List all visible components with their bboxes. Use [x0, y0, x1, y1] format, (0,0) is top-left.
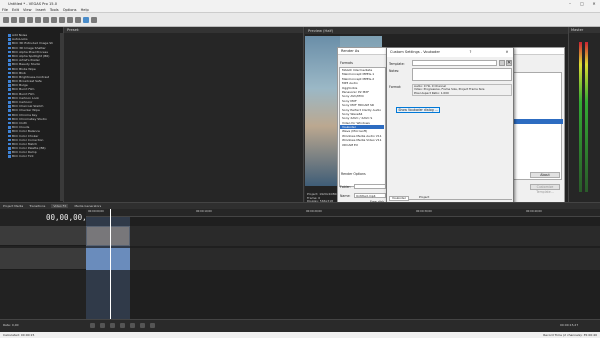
envelope-tool-icon[interactable]	[91, 16, 97, 23]
template-label: Template:	[389, 62, 405, 66]
undo-icon[interactable]	[67, 16, 73, 23]
main-toolbar	[0, 13, 600, 27]
menu-insert[interactable]: Insert	[36, 8, 46, 12]
window-title: Untitled * - VEGAS Pro 15.0	[8, 1, 57, 6]
format-label: Format:	[389, 85, 402, 89]
ruler-mark: 00:00:00;00	[88, 210, 104, 213]
render-icon[interactable]	[27, 16, 33, 23]
window-controls: – □ ✕	[564, 1, 600, 6]
timeline-ruler[interactable]: 00:00:00;00 00:00:10;00 00:00:20;00 00:0…	[86, 209, 600, 217]
tab-project-media[interactable]: Project Media	[3, 204, 23, 208]
copy-icon[interactable]	[51, 16, 57, 23]
menu-tools[interactable]: Tools	[50, 8, 59, 12]
go-start-icon[interactable]	[140, 323, 145, 328]
fx-tree: Add Noise AutoLooks BCC 3D Extruded Imag…	[0, 27, 64, 159]
audio-track-row[interactable]	[86, 248, 600, 270]
tab-strip: Voukoder Project	[389, 196, 512, 201]
menu-view[interactable]: View	[23, 8, 32, 12]
video-track-header[interactable]	[0, 226, 86, 246]
close-button[interactable]: ✕	[588, 1, 600, 6]
master-meter-right	[585, 42, 588, 192]
maximize-button[interactable]: □	[576, 1, 588, 6]
customize-template-button[interactable]: Customize Template...	[530, 184, 560, 194]
menu-edit[interactable]: Edit	[12, 8, 19, 12]
tab-voukoder[interactable]: Voukoder	[389, 196, 410, 201]
open-icon[interactable]	[11, 16, 17, 23]
fx-preset-panel: Preset:	[64, 27, 304, 202]
pause-icon[interactable]	[120, 323, 125, 328]
stop-icon[interactable]	[130, 323, 135, 328]
folder-label: Folder:	[340, 185, 351, 189]
minimize-button[interactable]: –	[564, 1, 576, 6]
preview-quality-dropdown[interactable]: Preview (Half)	[308, 29, 333, 33]
new-icon[interactable]	[3, 16, 9, 23]
templates-list[interactable]	[508, 72, 563, 180]
formats-list: MAGIX Intermediate MainConcept MPEG-1 Ma…	[339, 67, 386, 187]
preset-header: Preset:	[64, 27, 303, 33]
mixer-title: Master	[569, 27, 600, 33]
show-voukoder-dialog-button[interactable]: Show Voukoder dialog ...	[396, 107, 440, 113]
preview-toolbar: Preview (Half)	[305, 27, 568, 34]
menu-file[interactable]: File	[2, 8, 8, 12]
tab-project[interactable]: Project	[417, 196, 431, 199]
panel-tabs: Project Media Transitions Video FX Media…	[0, 202, 600, 209]
play-icon[interactable]	[110, 323, 115, 328]
status-left: Calculated: 00:00:15	[3, 333, 35, 337]
delete-template-icon[interactable]: ✕	[506, 60, 512, 66]
custom-settings-dialog: Custom Settings - Voukoder ? ✕ Template:…	[386, 47, 514, 215]
loop-region[interactable]	[86, 217, 130, 319]
rate-label: Rate: 0,00	[3, 323, 19, 327]
paste-icon[interactable]	[59, 16, 65, 23]
end-time: 00:00:15,27	[560, 323, 579, 327]
status-bar: Calculated: 00:00:15 Record Time (2 chan…	[0, 332, 600, 338]
folder-field[interactable]	[354, 184, 386, 189]
notes-field[interactable]	[412, 68, 512, 81]
ruler-mark: 00:00:10;00	[196, 210, 212, 213]
master-meter-left	[579, 42, 582, 192]
record-icon[interactable]	[90, 323, 95, 328]
name-field[interactable]: Untitled.mp4	[354, 193, 386, 198]
fx-item[interactable]: BCC Color Tint	[0, 154, 64, 158]
fx-tree-panel: Add Noise AutoLooks BCC 3D Extruded Imag…	[0, 27, 64, 202]
ruler-mark: 00:00:20;00	[306, 210, 322, 213]
format-item[interactable]: Windows Media Video V11	[340, 138, 385, 142]
format-summary: Audio: 0 Hz, 0 Channel Video: Progressiv…	[412, 84, 512, 96]
dialog-close-icon[interactable]: ✕	[501, 48, 513, 57]
loop-icon[interactable]	[100, 323, 105, 328]
format-line: Pixel Aspect Ratio: 1.000	[414, 90, 449, 95]
ruler-mark: 00:00:30;00	[416, 210, 432, 213]
formats-label: Formats	[340, 61, 353, 65]
title-bar: Untitled * - VEGAS Pro 15.0 – □ ✕	[0, 0, 600, 7]
tab-transitions[interactable]: Transitions	[29, 204, 45, 208]
video-frame-left	[305, 36, 340, 186]
help-button[interactable]: ?	[465, 48, 477, 57]
template-selected[interactable]	[509, 119, 563, 124]
name-label: Name:	[340, 194, 351, 198]
custom-dialog-titlebar: Custom Settings - Voukoder ? ✕	[387, 48, 513, 57]
notes-label: Notes:	[389, 69, 400, 73]
menu-help[interactable]: Help	[81, 8, 89, 12]
menu-options[interactable]: Options	[63, 8, 77, 12]
format-item[interactable]: XDCAM EX	[340, 143, 385, 147]
master-mixer: Master	[568, 27, 600, 202]
status-right: Record Time (2 channels): 35:00:40	[543, 333, 597, 337]
template-field[interactable]	[412, 60, 497, 66]
custom-dialog-title: Custom Settings - Voukoder	[390, 50, 441, 54]
go-end-icon[interactable]	[150, 323, 155, 328]
save-template-icon[interactable]	[499, 60, 505, 66]
properties-icon[interactable]	[35, 16, 41, 23]
render-options-toggle[interactable]: Render Options	[341, 172, 366, 176]
save-icon[interactable]	[19, 16, 25, 23]
cut-icon[interactable]	[43, 16, 49, 23]
video-track-row[interactable]	[86, 226, 600, 246]
redo-icon[interactable]	[75, 16, 81, 23]
playhead[interactable]	[110, 209, 111, 319]
tab-media-generators[interactable]: Media Generators	[74, 204, 101, 208]
about-button[interactable]: About	[530, 172, 560, 178]
edit-tool-icon[interactable]	[83, 16, 89, 23]
ruler-mark: 00:00:40;00	[526, 210, 542, 213]
audio-track-header[interactable]	[0, 248, 86, 270]
tab-video-fx[interactable]: Video FX	[51, 204, 69, 208]
